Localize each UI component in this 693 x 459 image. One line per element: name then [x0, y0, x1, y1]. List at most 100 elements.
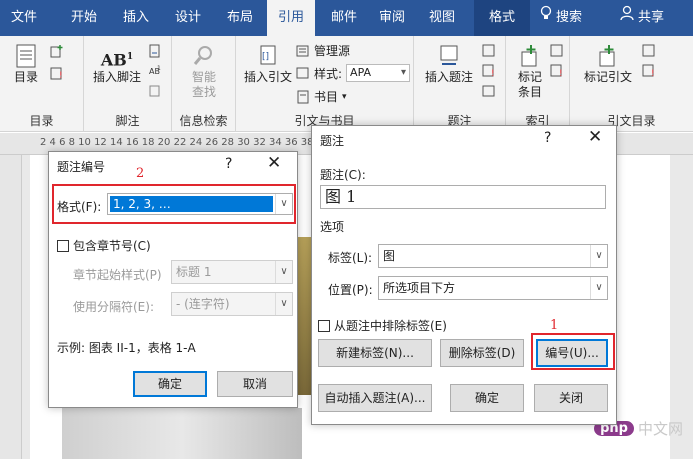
- chevron-down-icon: ▾: [342, 91, 347, 102]
- insert-endnote-icon[interactable]: [148, 44, 162, 58]
- insert-caption-icon: [440, 45, 458, 65]
- insert-footnote-label: 插入脚注: [92, 70, 141, 84]
- ribbon-panel: 目录 ! 目录 AB1 插入脚注 AB 1 脚注 智能 查找 信息检索 [] 插入…: [0, 36, 693, 132]
- tab-insert[interactable]: 插入: [112, 0, 160, 36]
- mark-entry-button[interactable]: 标记 条目: [510, 44, 550, 100]
- tab-file[interactable]: 文件: [0, 0, 48, 36]
- numbering-ok-button[interactable]: 确定: [133, 371, 207, 397]
- close-icon[interactable]: ✕: [267, 153, 281, 173]
- bibliography-button[interactable]: 书目 ▾: [296, 88, 347, 105]
- search-label: 搜索: [556, 10, 583, 25]
- ribbon-tab-bar: 文件 开始 插入 设计 布局 引用 邮件 审阅 视图 格式 搜索 共享: [0, 0, 693, 37]
- authorities-group: 标记引文 ! 引文目录: [570, 36, 693, 132]
- tab-design[interactable]: 设计: [164, 0, 212, 36]
- help-icon[interactable]: ?: [225, 156, 232, 172]
- cross-reference-icon[interactable]: [482, 84, 496, 98]
- show-notes-icon[interactable]: [148, 84, 162, 98]
- chevron-down-icon: ∨: [590, 277, 607, 299]
- vertical-ruler[interactable]: [0, 155, 22, 459]
- toc-group: 目录 ! 目录: [0, 36, 84, 132]
- search-box[interactable]: 搜索: [540, 0, 596, 36]
- toc-label: 目录: [13, 70, 38, 84]
- options-label: 选项: [320, 220, 345, 234]
- caption-dialog-title: 题注: [320, 134, 345, 148]
- toc-group-label: 目录: [29, 114, 54, 128]
- tab-review[interactable]: 审阅: [368, 0, 416, 36]
- caption-ok-button[interactable]: 确定: [450, 384, 524, 412]
- caption-label: 题注(C):: [320, 168, 366, 182]
- position-label: 位置(P):: [328, 283, 373, 297]
- svg-text:!: !: [59, 71, 63, 80]
- caption-close-button[interactable]: 关闭: [534, 384, 608, 412]
- autocaption-button[interactable]: 自动插入题注(A)...: [318, 384, 432, 412]
- share-button[interactable]: 共享: [620, 0, 676, 36]
- insert-caption-label: 插入题注: [424, 70, 473, 84]
- toc-icon: [16, 44, 36, 68]
- delete-label-button[interactable]: 删除标签(D): [440, 339, 524, 367]
- new-label-button[interactable]: 新建标签(N)...: [318, 339, 432, 367]
- mark-citation-label: 标记引文: [583, 70, 632, 84]
- person-icon: [620, 0, 634, 36]
- position-dropdown[interactable]: 所选项目下方 ∨: [378, 276, 608, 300]
- insert-index-icon[interactable]: [550, 44, 564, 58]
- mark-entry-line1: 标记: [517, 70, 542, 84]
- annotation-marker-1: 1: [550, 318, 559, 333]
- mark-entry-line2: 条目: [517, 85, 542, 99]
- separator-label: 使用分隔符(E):: [73, 300, 154, 314]
- insert-toa-icon[interactable]: [642, 44, 656, 58]
- update-figures-icon[interactable]: !: [482, 64, 496, 78]
- numbering-dialog-title: 题注编号: [57, 160, 106, 174]
- update-table-icon[interactable]: !: [50, 66, 64, 80]
- insert-caption-button[interactable]: 插入题注: [422, 44, 476, 85]
- insert-footnote-button[interactable]: AB1 插入脚注: [90, 44, 144, 85]
- chapter-style-label: 章节起始样式(P): [73, 268, 162, 282]
- separator-dropdown[interactable]: - (连字符) ∨: [171, 292, 293, 316]
- manage-sources-button[interactable]: 管理源: [296, 42, 350, 59]
- ab-footnote-icon: AB1: [100, 50, 134, 70]
- svg-text:!: !: [651, 69, 655, 78]
- include-chapter-checkbox[interactable]: 包含章节号(C): [57, 237, 151, 254]
- mark-citation-button[interactable]: 标记引文: [580, 44, 636, 85]
- checkbox-box[interactable]: [318, 319, 330, 332]
- insert-citation-button[interactable]: [] 插入引文: [242, 44, 294, 85]
- manage-sources-icon: [296, 45, 309, 56]
- tab-home[interactable]: 开始: [60, 0, 108, 36]
- help-icon[interactable]: ?: [544, 130, 551, 146]
- label-dropdown[interactable]: 图 ∨: [378, 244, 608, 268]
- close-icon[interactable]: ✕: [588, 127, 602, 147]
- update-toa-icon[interactable]: !: [642, 64, 656, 78]
- research-group-label: 信息检索: [179, 114, 228, 128]
- share-label: 共享: [638, 10, 665, 25]
- smart-lookup-button[interactable]: 智能 查找: [186, 44, 222, 100]
- citations-group: [] 插入引文 管理源 样式: APA 书目▾ 引文与书目: [236, 36, 414, 132]
- svg-text:[]: []: [262, 52, 269, 62]
- style-icon: [296, 67, 309, 79]
- caption-text-input[interactable]: 图 1: [320, 185, 606, 209]
- tab-format[interactable]: 格式: [474, 0, 530, 36]
- chapter-style-dropdown[interactable]: 标题 1 ∨: [171, 260, 293, 284]
- ruler-numbers: 2 4 6 8 10 12 14 16 18 20 22 24 26 28 30…: [40, 137, 346, 148]
- tab-view[interactable]: 视图: [418, 0, 466, 36]
- captions-group: 插入题注 ! 题注: [414, 36, 506, 132]
- tab-mailings[interactable]: 邮件: [320, 0, 368, 36]
- style-dropdown[interactable]: APA: [346, 64, 411, 82]
- index-group: 标记 条目 ! 索引: [506, 36, 570, 132]
- label-dropdown-value: 图: [383, 249, 396, 263]
- exclude-label-checkbox[interactable]: 从题注中排除标签(E): [318, 317, 447, 334]
- smart-lookup-line1: 智能: [191, 70, 216, 84]
- numbering-highlight: [531, 333, 615, 370]
- checkbox-box[interactable]: [57, 239, 69, 252]
- update-index-icon[interactable]: !: [550, 64, 564, 78]
- tab-references[interactable]: 引用: [267, 0, 315, 37]
- add-text-icon[interactable]: [50, 44, 64, 58]
- style-select[interactable]: 样式: APA: [296, 64, 411, 82]
- tab-layout[interactable]: 布局: [216, 0, 264, 36]
- footnote-group: AB1 插入脚注 AB 1 脚注: [84, 36, 172, 132]
- insert-citation-icon: []: [260, 45, 276, 65]
- mark-citation-icon: [599, 45, 615, 67]
- toc-button[interactable]: 目录: [8, 44, 44, 85]
- position-dropdown-value: 所选项目下方: [383, 281, 456, 295]
- next-footnote-icon[interactable]: AB 1: [148, 64, 162, 78]
- table-of-figures-icon[interactable]: [482, 44, 496, 58]
- numbering-cancel-button[interactable]: 取消: [217, 371, 293, 397]
